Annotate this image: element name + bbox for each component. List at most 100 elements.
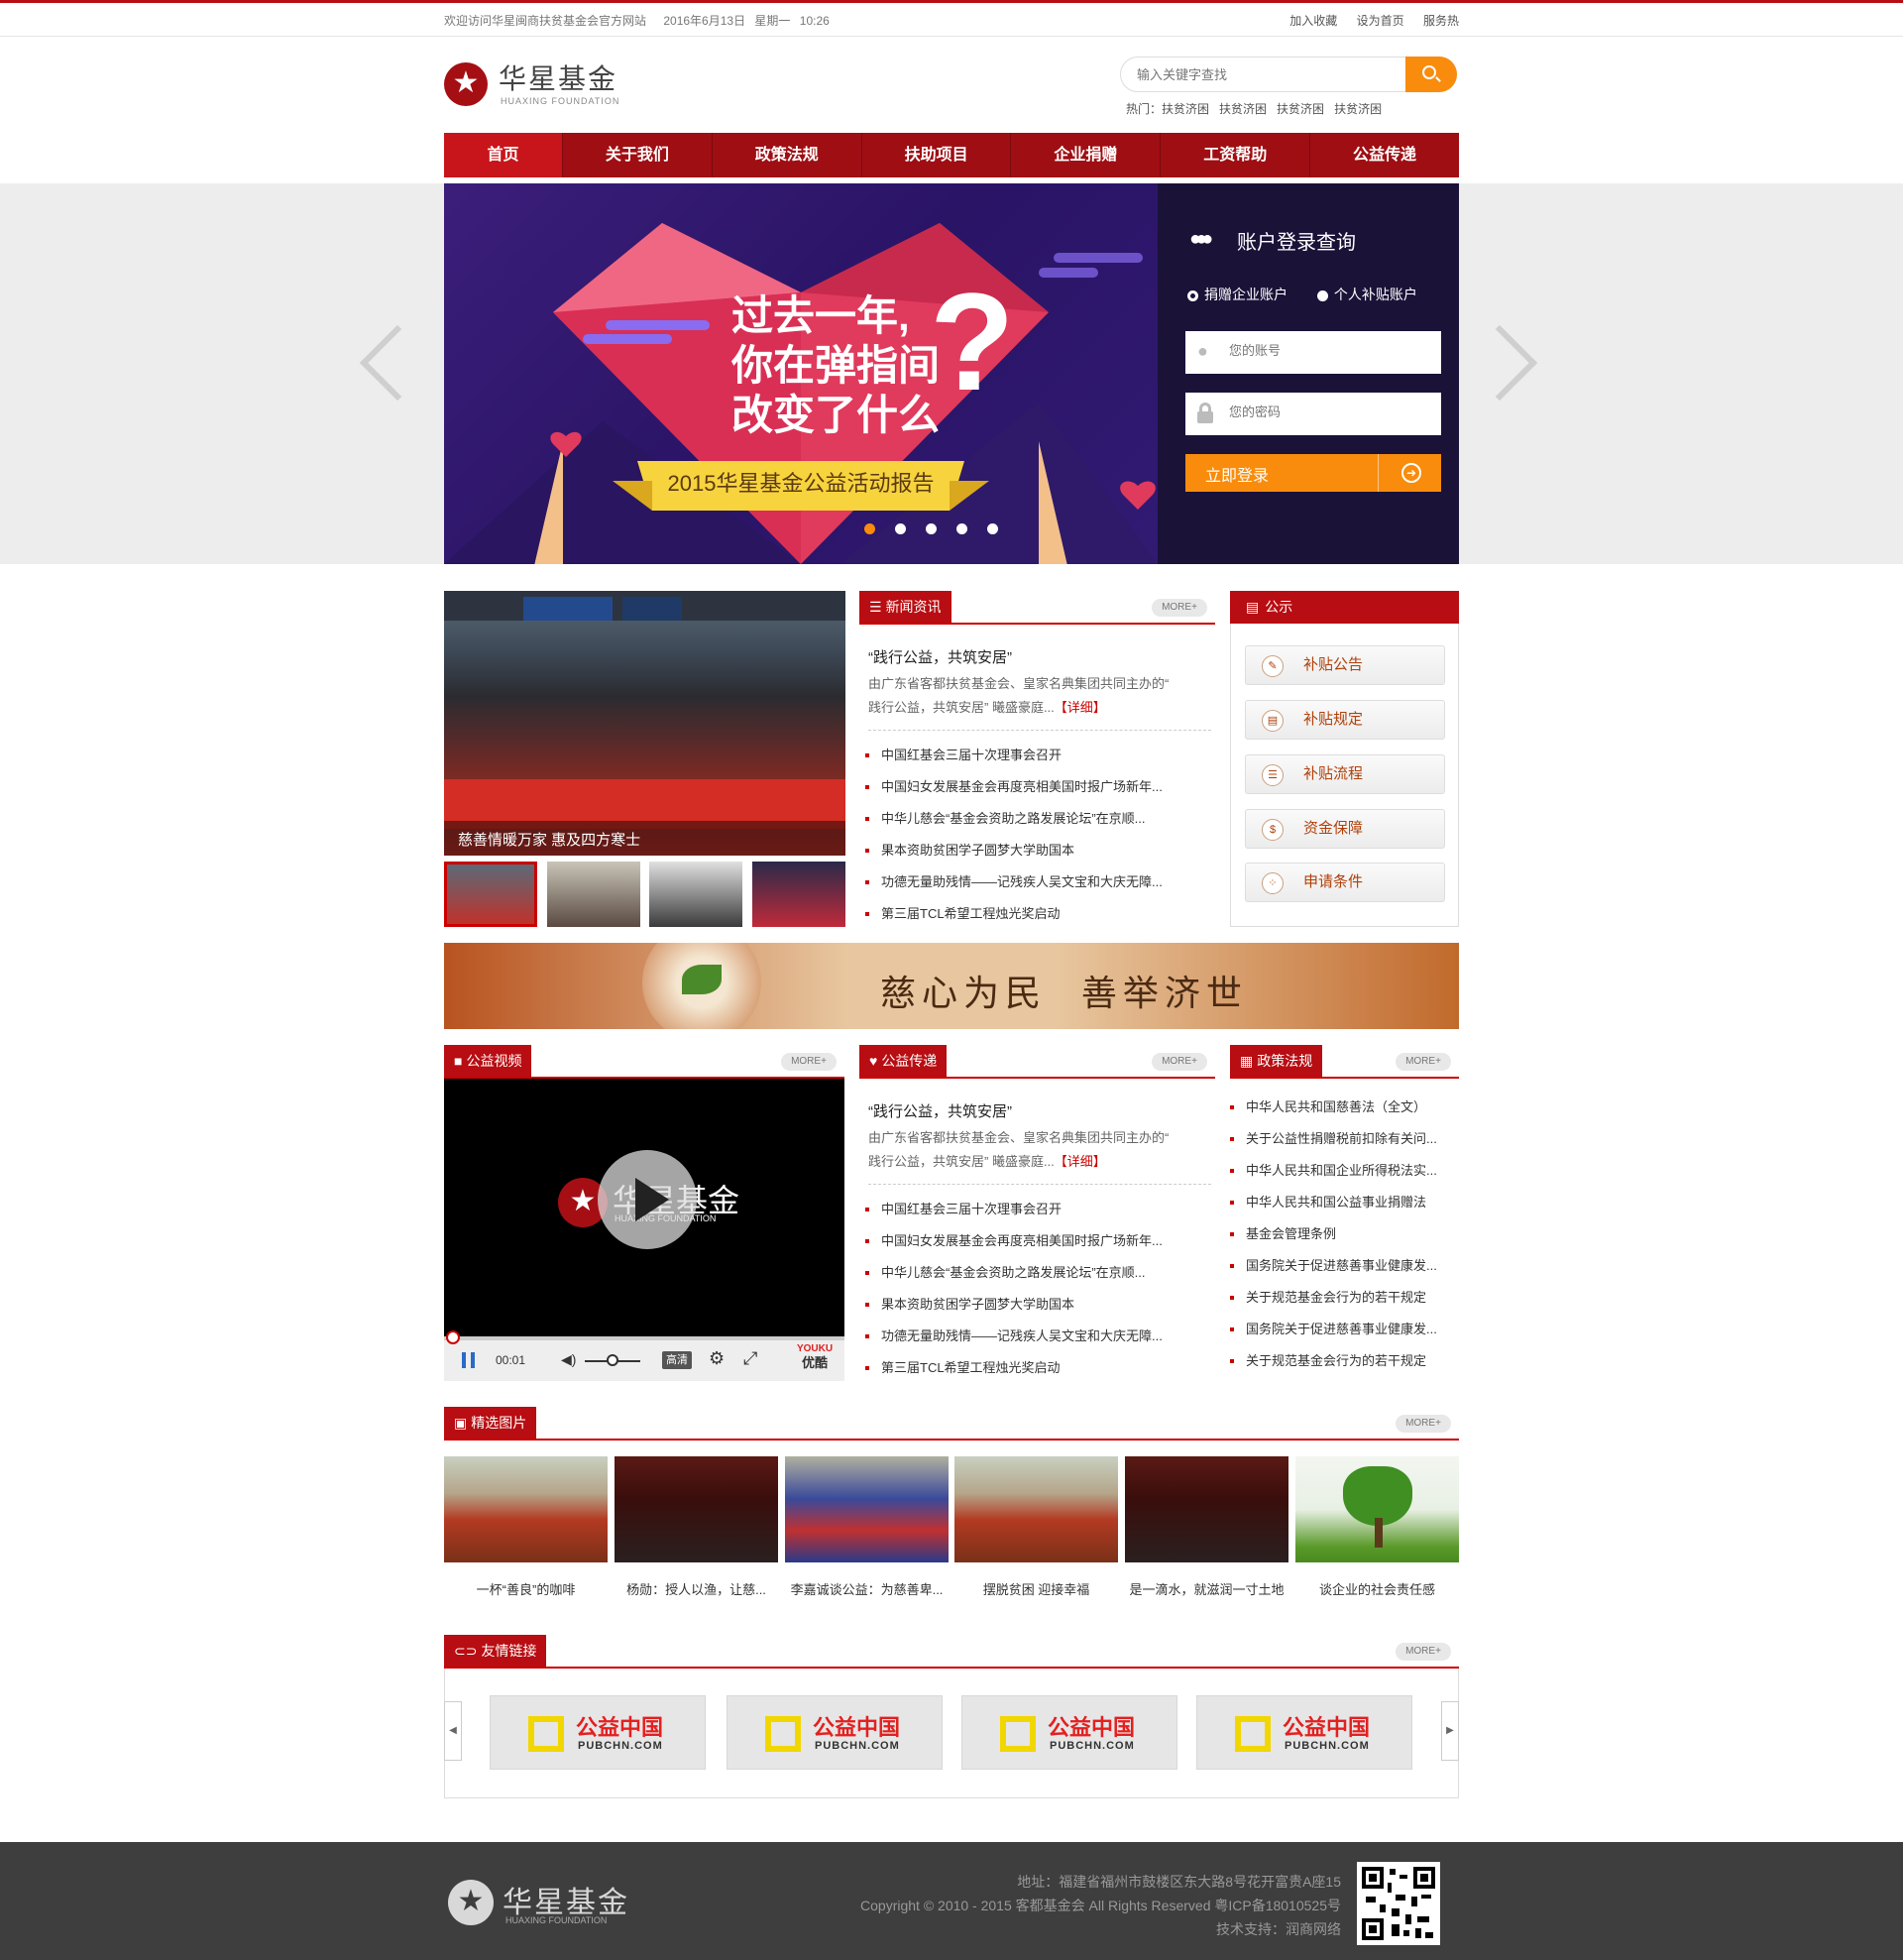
banner-dot[interactable] [864, 523, 875, 534]
volume-icon[interactable]: ◀) [561, 1351, 576, 1368]
news-headline[interactable]: “践行公益，共筑安居” [868, 646, 1012, 667]
set-homepage-link[interactable]: 设为首页 [1357, 14, 1404, 28]
photo-news-image[interactable]: 慈善情暖万家 惠及四方寒士 [444, 591, 845, 856]
hot-keyword[interactable]: 扶贫济困 [1219, 102, 1267, 116]
news-item[interactable]: 果本资助贫困学子圆梦大学助国本 [859, 835, 1196, 866]
charity-item[interactable]: 中华儿慈会“基金会资助之路发展论坛”在京顺... [859, 1257, 1196, 1289]
banner-dot[interactable] [926, 523, 937, 534]
account-input[interactable] [1229, 343, 1427, 358]
picture-caption[interactable]: 是一滴水，就滋润一寸土地 [1125, 1579, 1288, 1598]
notice-button-subsidy-announcement[interactable]: ✎ 补贴公告 [1245, 645, 1445, 685]
news-item[interactable]: 中华儿慈会“基金会资助之路发展论坛”在京顺... [859, 803, 1196, 835]
login-button[interactable]: 立即登录 ➜ [1185, 454, 1441, 492]
links-next-arrow-icon[interactable]: ▶ [1441, 1701, 1459, 1761]
add-favorite-link[interactable]: 加入收藏 [1289, 14, 1337, 28]
pause-icon[interactable] [462, 1352, 475, 1368]
policy-item[interactable]: 中华人民共和国公益事业捐赠法 [1224, 1187, 1459, 1218]
news-more-button[interactable]: MORE+ [1152, 599, 1207, 617]
charity-more-button[interactable]: MORE+ [1152, 1053, 1207, 1071]
nav-item-wage-help[interactable]: 工资帮助 [1161, 133, 1311, 177]
partner-logo[interactable]: 公益中国 PUBCHN.COM [1196, 1695, 1412, 1770]
service-hotline-link[interactable]: 服务热 [1423, 14, 1459, 28]
news-item[interactable]: 中国妇女发展基金会再度亮相美国时报广场新年... [859, 771, 1196, 803]
links-more-button[interactable]: MORE+ [1396, 1643, 1451, 1661]
news-item[interactable]: 功德无量助残情——记残疾人吴文宝和大庆无障... [859, 866, 1196, 898]
picture-caption[interactable]: 谈企业的社会责任感 [1295, 1579, 1459, 1598]
video-progress-handle[interactable] [446, 1330, 460, 1344]
video-progress-track[interactable] [444, 1336, 844, 1340]
picture-thumb[interactable] [444, 1456, 608, 1562]
banner-dot[interactable] [987, 523, 998, 534]
charity-detail-link[interactable]: 【详细】 [1055, 1154, 1106, 1169]
photo-news-thumbnail[interactable] [546, 862, 640, 927]
picture-thumb[interactable] [1295, 1456, 1459, 1562]
links-prev-arrow-icon[interactable]: ◀ [444, 1701, 462, 1761]
banner-dot[interactable] [956, 523, 967, 534]
option-company-account[interactable]: 捐赠企业账户 [1204, 287, 1287, 302]
notice-button-subsidy-rules[interactable]: ▤ 补贴规定 [1245, 700, 1445, 740]
picture-caption[interactable]: 一杯“善良”的咖啡 [444, 1579, 608, 1598]
charity-item[interactable]: 功德无量助残情——记残疾人吴文宝和大庆无障... [859, 1321, 1196, 1352]
notice-button-application-conditions[interactable]: ⁘ 申请条件 [1245, 863, 1445, 902]
banner-slide[interactable]: 过去一年, 你在弹指间 改变了什么 ? 2015华星基金公益活动报告 [444, 183, 1158, 564]
partner-logo[interactable]: 公益中国 PUBCHN.COM [490, 1695, 706, 1770]
tab-policy[interactable]: ▦ 政策法规 [1230, 1045, 1323, 1077]
nav-item-about[interactable]: 关于我们 [563, 133, 713, 177]
photo-news-thumbnail[interactable] [649, 862, 742, 927]
video-player[interactable]: ★ 华星基金 HUAXING FOUNDATION 00:01 ◀) 高清 ⚙ … [444, 1079, 844, 1381]
volume-slider-handle[interactable] [607, 1354, 618, 1366]
picture-thumb[interactable] [1125, 1456, 1288, 1562]
radio-personal-account[interactable] [1316, 289, 1328, 301]
policy-item[interactable]: 中华人民共和国企业所得税法实... [1224, 1155, 1459, 1187]
charity-item[interactable]: 果本资助贫困学子圆梦大学助国本 [859, 1289, 1196, 1321]
pictures-more-button[interactable]: MORE+ [1396, 1415, 1451, 1433]
notice-button-subsidy-process[interactable]: ☰ 补贴流程 [1245, 754, 1445, 794]
charity-headline[interactable]: “践行公益，共筑安居” [868, 1100, 1012, 1121]
partner-logo[interactable]: 公益中国 PUBCHN.COM [727, 1695, 943, 1770]
policy-item[interactable]: 中华人民共和国慈善法（全文） [1224, 1092, 1459, 1123]
policy-item[interactable]: 基金会管理条例 [1224, 1218, 1459, 1250]
tab-pictures[interactable]: ▣ 精选图片 [444, 1407, 537, 1439]
banner-dot[interactable] [895, 523, 906, 534]
radio-company-account[interactable] [1187, 289, 1198, 301]
picture-thumb[interactable] [615, 1456, 778, 1562]
search-button[interactable] [1405, 57, 1457, 92]
hot-keyword[interactable]: 扶贫济困 [1277, 102, 1324, 116]
charity-item[interactable]: 中国妇女发展基金会再度亮相美国时报广场新年... [859, 1225, 1196, 1257]
policy-item[interactable]: 关于规范基金会行为的若干规定 [1224, 1345, 1459, 1377]
hot-keyword[interactable]: 扶贫济困 [1334, 102, 1382, 116]
news-item[interactable]: 第三届TCL希望工程烛光奖启动 [859, 898, 1196, 930]
policy-more-button[interactable]: MORE+ [1396, 1053, 1451, 1071]
hot-keyword[interactable]: 扶贫济困 [1162, 102, 1209, 116]
nav-item-donation[interactable]: 企业捐赠 [1011, 133, 1162, 177]
nav-item-projects[interactable]: 扶助项目 [862, 133, 1012, 177]
notice-button-fund-security[interactable]: $ 资金保障 [1245, 809, 1445, 849]
quality-button[interactable]: 高清 [662, 1351, 692, 1369]
option-personal-account[interactable]: 个人补贴账户 [1334, 287, 1417, 302]
password-input[interactable] [1229, 404, 1427, 419]
charity-item[interactable]: 第三届TCL希望工程烛光奖启动 [859, 1352, 1196, 1384]
partner-logo[interactable]: 公益中国 PUBCHN.COM [961, 1695, 1177, 1770]
policy-item[interactable]: 关于公益性捐赠税前扣除有关问... [1224, 1123, 1459, 1155]
fullscreen-icon[interactable]: ⤢ [743, 1348, 757, 1369]
news-detail-link[interactable]: 【详细】 [1055, 700, 1106, 715]
search-input[interactable] [1137, 64, 1395, 84]
tab-video[interactable]: ■ 公益视频 [444, 1045, 532, 1077]
policy-item[interactable]: 关于规范基金会行为的若干规定 [1224, 1282, 1459, 1314]
picture-caption[interactable]: 摆脱贫困 迎接幸福 [954, 1579, 1118, 1598]
tab-links[interactable]: ⊂⊃ 友情链接 [444, 1635, 547, 1667]
picture-thumb[interactable] [954, 1456, 1118, 1562]
picture-caption[interactable]: 李嘉诚谈公益：为慈善卑... [785, 1579, 949, 1598]
video-more-button[interactable]: MORE+ [781, 1053, 837, 1071]
photo-news-thumbnail[interactable] [444, 862, 537, 927]
photo-news-thumbnail[interactable] [751, 862, 845, 927]
banner-next-arrow-icon[interactable] [1497, 322, 1536, 402]
picture-thumb[interactable] [785, 1456, 949, 1562]
policy-item[interactable]: 国务院关于促进慈善事业健康发... [1224, 1314, 1459, 1345]
tab-news[interactable]: ☰ 新闻资讯 [859, 591, 952, 623]
picture-caption[interactable]: 杨勋：授人以渔，让慈... [615, 1579, 778, 1598]
slogan-banner[interactable]: 慈心为民 善举济世 [444, 943, 1459, 1029]
nav-item-home[interactable]: 首页 [444, 133, 563, 177]
tab-charity[interactable]: ♥ 公益传递 [859, 1045, 948, 1077]
settings-gear-icon[interactable]: ⚙ [709, 1348, 725, 1369]
